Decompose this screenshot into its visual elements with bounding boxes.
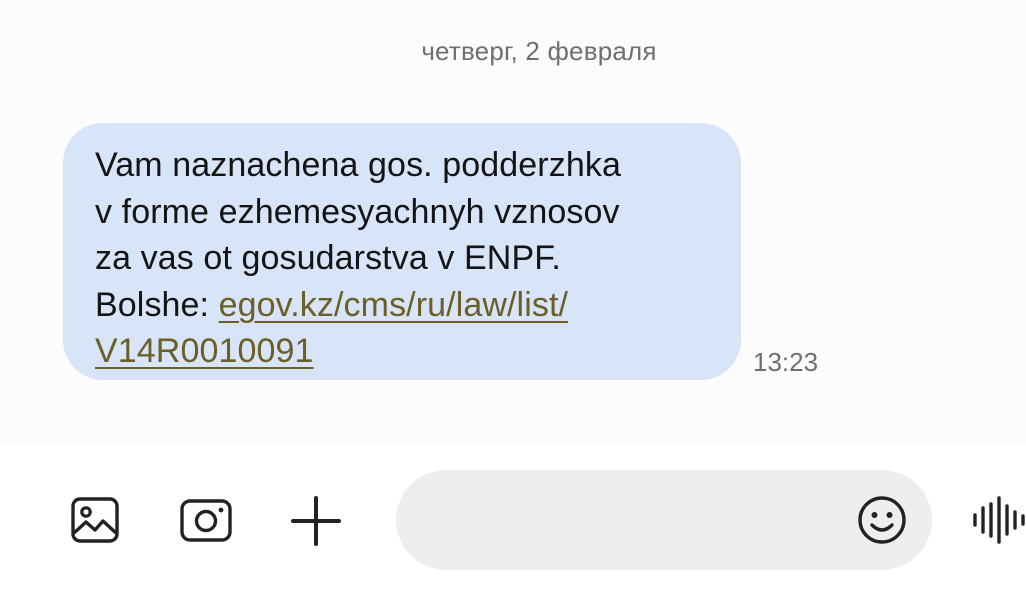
message-line: za vas ot gosudarstva v ENPF. [95,239,561,277]
message-text: Bolshe: [95,285,219,324]
message-input[interactable] [426,490,850,552]
plus-icon [290,495,342,547]
camera-icon [178,494,234,546]
message-line: Vam naznachena gos. podderzhka [95,146,621,184]
attach-button[interactable] [286,491,346,551]
message-line: V14R0010091 [95,328,721,375]
emoji-button[interactable] [854,492,910,548]
gallery-button[interactable] [65,490,125,550]
message-line: v forme ezhemesyachnyh vznosov [95,192,620,231]
camera-button[interactable] [176,490,236,550]
date-separator: четверг, 2 февраля [421,36,657,66]
gallery-icon [69,494,121,546]
message-timestamp: 13:23 [753,347,819,377]
composer-bar [0,443,1026,595]
message-bubble[interactable]: Vam naznachena gos. podderzhka v forme e… [63,123,741,380]
message-link[interactable]: egov.kz/cms/ru/law/list/ [219,286,568,324]
voice-record-button[interactable] [968,495,1026,545]
message-link-continued[interactable]: V14R0010091 [95,332,314,370]
message-line: Bolshe: egov.kz/cms/ru/law/list/ [95,282,721,329]
message-input-container[interactable] [396,470,932,570]
message-thread[interactable]: четверг, 2 февраля Vam naznachena gos. p… [0,0,1026,443]
voice-waveform-icon [968,495,1026,545]
emoji-icon [856,494,908,546]
